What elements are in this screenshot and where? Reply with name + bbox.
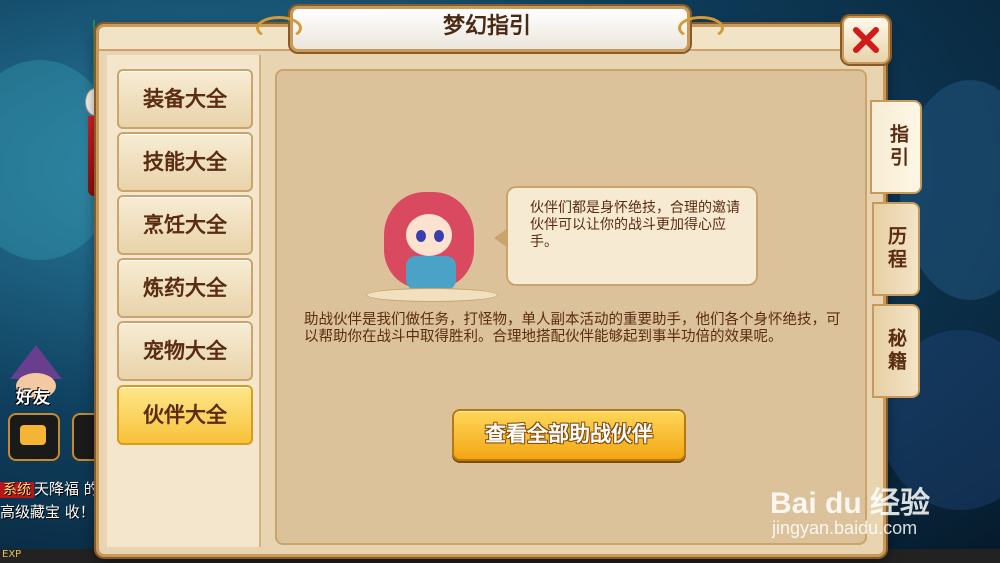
title-curl-right [678,16,724,40]
sidebar-item-partners[interactable]: 伙伴大全 [117,385,253,445]
baidu-watermark: Bai du 经验 jingyan.baidu.com [770,478,990,548]
tab-history[interactable]: 历程 [872,202,920,296]
friend-button[interactable]: 好友 [2,345,70,408]
sidebar-item-pets[interactable]: 宠物大全 [117,321,253,381]
sidebar: 装备大全 技能大全 烹饪大全 炼药大全 宠物大全 伙伴大全 [107,55,261,547]
partner-character-illustration [366,184,498,304]
friend-label: 好友 [16,388,50,408]
exp-label: EXP [2,549,22,560]
character-base [366,288,498,302]
speech-bubble-text: 伙伴们都是身怀绝技，合理的邀请伙伴可以让你的战斗更加得心应手。 [530,200,740,250]
partner-description: 助战伙伴是我们做任务，打怪物，单人副本活动的重要助手，他们各个身怀绝技，可以帮助… [304,312,841,345]
sidebar-item-cooking[interactable]: 烹饪大全 [117,195,253,255]
sidebar-item-equipment[interactable]: 装备大全 [117,69,253,129]
system-message: 系统 天降福 的高级藏宝 收！ [0,478,100,523]
view-all-partners-button[interactable]: 查看全部助战伙伴 [452,409,686,461]
tab-guide[interactable]: 指引 [870,100,922,194]
speech-bubble: 伙伴们都是身怀绝技，合理的邀请伙伴可以让你的战斗更加得心应手。 [506,186,758,286]
close-button[interactable] [842,16,890,64]
character-eye [416,230,426,242]
tab-secrets[interactable]: 秘籍 [872,304,920,398]
title-banner: 梦幻指引 [256,6,724,52]
content-area [275,69,867,545]
character-eye [434,230,444,242]
guide-panel: 装备大全 技能大全 烹饪大全 炼药大全 宠物大全 伙伴大全 [96,24,886,557]
system-tag: 系统 [0,482,34,498]
sidebar-item-alchemy[interactable]: 炼药大全 [117,258,253,318]
close-x-icon [853,27,879,53]
watermark-logo: Bai du 经验 [770,487,931,520]
watermark-url: jingyan.baidu.com [772,518,918,538]
chat-button[interactable] [8,413,60,461]
character-body [406,256,456,290]
tassel-cord [93,20,95,90]
character-face [406,214,452,256]
sidebar-item-skills[interactable]: 技能大全 [117,132,253,192]
page-title: 梦幻指引 [442,14,531,39]
chat-bubble-icon [20,425,46,445]
